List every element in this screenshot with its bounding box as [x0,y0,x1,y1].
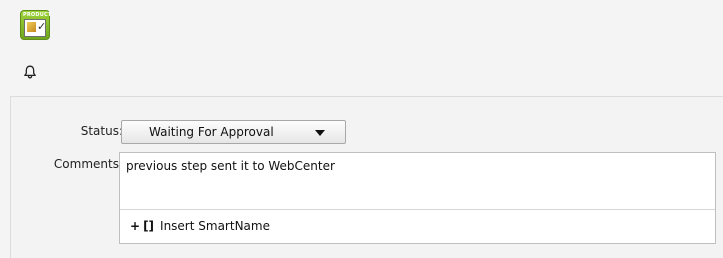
smartname-toolbar: + [] Insert SmartName [120,209,715,243]
checkmark-icon: ✓ [37,20,47,33]
status-selected-value: Waiting For Approval [149,125,274,139]
plus-icon: + [130,219,141,233]
status-label: Status: [80,124,123,138]
chevron-down-icon [315,130,325,136]
product-approve-icon[interactable]: PRODUCT ✓ [20,10,52,40]
comments-text[interactable]: previous step sent it to WebCenter [126,159,335,173]
product-icon-swatch [27,22,36,32]
comments-label: Comments: [53,157,123,171]
status-dropdown[interactable]: Waiting For Approval [121,120,346,144]
approval-form-panel: Status: Waiting For Approval Comments: p… [10,96,723,258]
insert-smartname-button[interactable]: + [] Insert SmartName [130,219,270,233]
product-icon-tag: PRODUCT [23,12,52,18]
product-icon-paper: ✓ [24,19,46,37]
comments-field[interactable]: previous step sent it to WebCenter + [] … [119,152,716,244]
bell-icon[interactable] [23,65,37,79]
brackets-icon: [] [143,219,155,233]
header-area: PRODUCT ✓ [0,0,723,96]
insert-smartname-label: Insert SmartName [160,219,270,233]
